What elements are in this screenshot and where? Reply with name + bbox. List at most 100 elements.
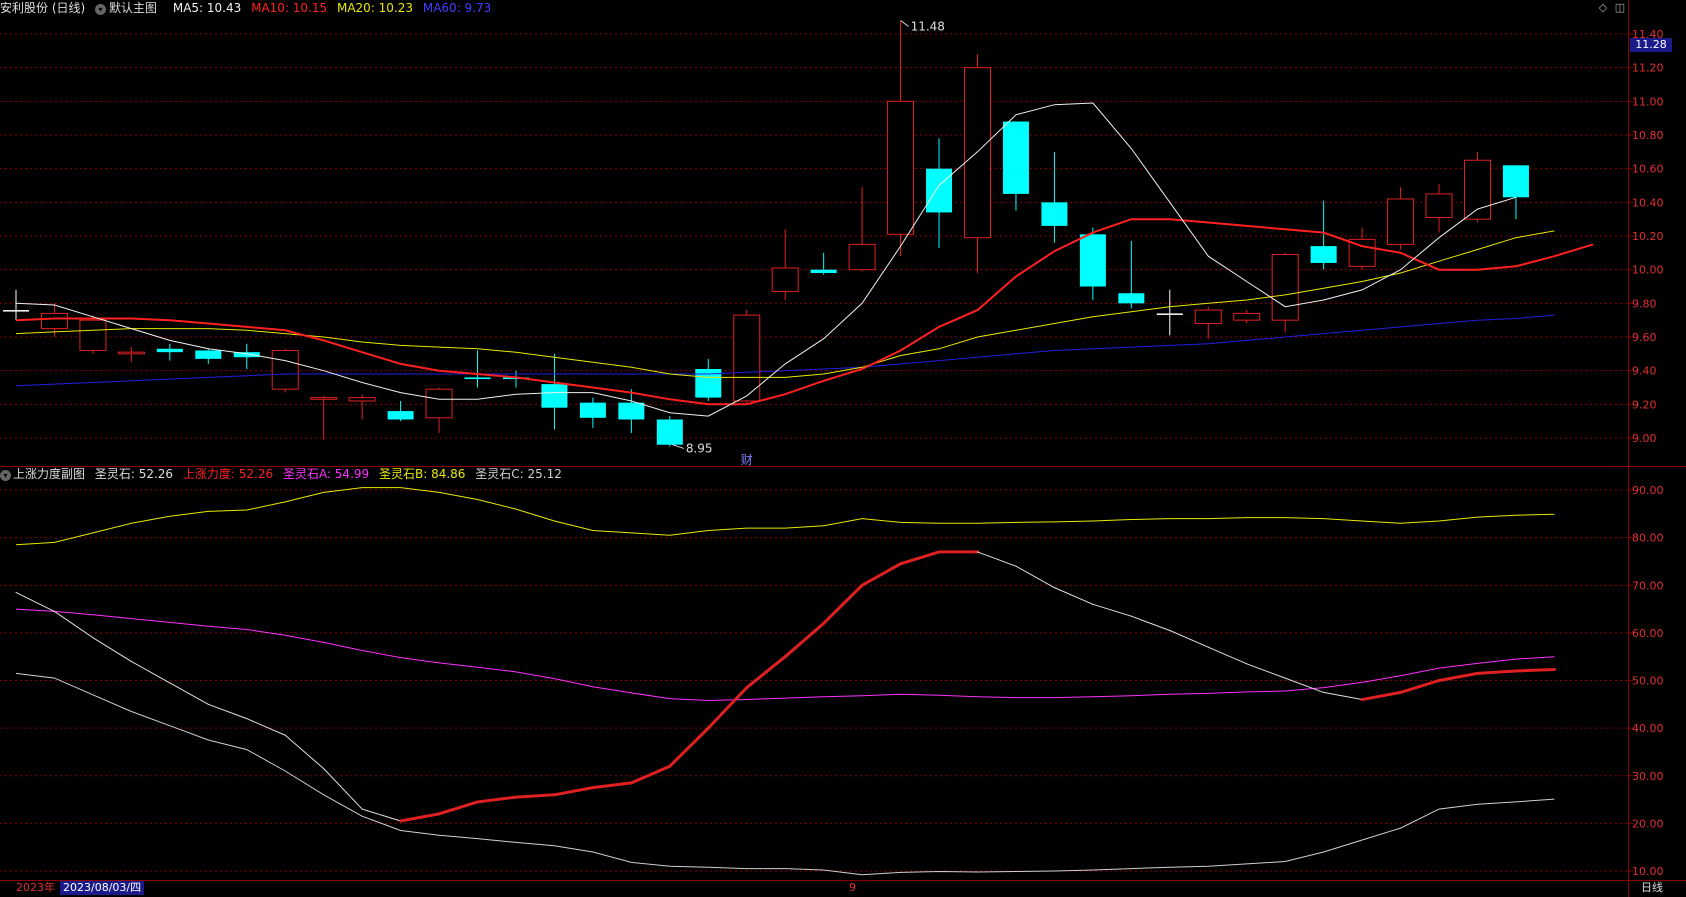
price-panel[interactable]: 11.48 8.95 财 <box>3 20 1594 467</box>
candle-body-up <box>1194 309 1222 325</box>
strength-segment <box>552 786 595 797</box>
strength-segment <box>92 637 132 662</box>
price-tick-label: 9.80 <box>1632 297 1657 310</box>
strength-segment <box>783 621 826 659</box>
finance-marker: 财 <box>741 453 753 467</box>
strength-segment <box>1169 629 1209 648</box>
price-axis: 11.4011.2011.0010.8010.6010.4010.2010.00… <box>1628 28 1664 878</box>
grid-lines <box>0 0 1686 897</box>
candle-body-down <box>1041 202 1068 226</box>
candle-body-down <box>3 310 29 312</box>
indicator-tick-label: 20.00 <box>1632 817 1664 830</box>
candle-body-up <box>79 319 107 351</box>
candle-body-down <box>1502 165 1529 198</box>
strength-segment <box>514 793 556 799</box>
indicator-panel[interactable] <box>15 487 1556 876</box>
price-tick-label: 9.20 <box>1632 398 1657 411</box>
price-panel-header: 安利股份 (日线) ▾ 默认主图 MA5: 10.43 MA10: 10.15 M… <box>0 0 497 16</box>
strength-segment <box>284 734 325 770</box>
strength-segment <box>207 703 248 720</box>
series-c-line <box>15 672 1555 876</box>
candle-body-down <box>1156 313 1183 315</box>
candle-body-down <box>810 269 837 274</box>
indicator-panel-header: ▾ 上涨力度副图 圣灵石: 52.26 上涨力度: 52.26 圣灵石A: 54.… <box>0 466 568 482</box>
candle-body-down <box>579 402 606 418</box>
strength-segment <box>361 808 402 822</box>
c-label: 圣灵石C: 25.12 <box>475 467 562 481</box>
indicator-tick-label: 50.00 <box>1632 675 1664 688</box>
strength-segment <box>899 550 941 566</box>
strength-segment <box>745 655 787 690</box>
strength-segment <box>246 718 286 736</box>
candle-body-up <box>40 312 68 330</box>
candle-body-down <box>926 168 953 213</box>
indicator-tick-label: 40.00 <box>1632 722 1664 735</box>
price-tick-label: 10.20 <box>1632 230 1664 243</box>
indicator-tick-label: 80.00 <box>1632 532 1664 545</box>
main-view-label[interactable]: ▾ 默认主图 <box>95 1 163 15</box>
period-selector[interactable]: 日线 <box>1641 881 1663 895</box>
ma60-label: MA60: 9.73 <box>422 1 492 15</box>
strength-segment <box>668 726 710 768</box>
window-toggle-icon[interactable]: ◫ <box>1614 2 1626 14</box>
candle-body-down <box>656 419 683 445</box>
candle-body-up <box>848 243 876 271</box>
candle-body-down <box>1118 293 1145 304</box>
price-tick-label: 9.40 <box>1632 365 1657 378</box>
strength-segment <box>822 583 864 625</box>
strength-segment <box>1130 615 1171 631</box>
chevron-down-icon[interactable]: ▾ <box>0 470 11 481</box>
stock-title[interactable]: 安利股份 (日线) <box>0 1 85 15</box>
strength-segment <box>169 682 209 705</box>
candle-body-down <box>618 402 645 420</box>
strength-segment <box>1514 668 1556 673</box>
indicator-tick-label: 10.00 <box>1632 865 1664 878</box>
candle-body-down <box>1002 121 1029 194</box>
low-label: 8.95 <box>686 441 713 455</box>
price-tick-label: 10.40 <box>1632 196 1664 209</box>
strength-segment <box>1323 691 1363 701</box>
diamond-icon[interactable]: ◇ <box>1597 2 1609 14</box>
indicator-tick-label: 60.00 <box>1632 627 1664 640</box>
ma20-label: MA20: 10.23 <box>336 1 414 15</box>
candle-body-up <box>271 349 299 390</box>
strength-segment <box>476 795 518 804</box>
a-label: 圣灵石A: 54.99 <box>282 467 370 481</box>
candle-body-down <box>541 384 568 408</box>
strength-segment <box>130 660 171 684</box>
candle-body-down <box>387 411 414 420</box>
series-b-line <box>15 487 1555 546</box>
candle-body-up <box>348 397 376 402</box>
indicator-tick-label: 70.00 <box>1632 579 1664 592</box>
price-tick-label: 10.80 <box>1632 129 1664 142</box>
strength-segment <box>706 686 749 730</box>
candle-body-up <box>887 100 915 235</box>
strength-segment <box>1246 663 1286 679</box>
indicator-tick-label: 90.00 <box>1632 484 1664 497</box>
chart-canvas: 11.488.95财 11.4011.2011.0010.8010.6010.4… <box>0 0 1686 897</box>
candle-body-down <box>156 348 183 353</box>
ma5-label: MA5: 10.43 <box>172 1 242 15</box>
chevron-down-icon: ▾ <box>95 4 107 15</box>
candle-body-up <box>1463 159 1491 220</box>
ma10-label: MA10: 10.15 <box>251 1 328 15</box>
strength-segment <box>323 768 363 810</box>
price-tick-label: 11.00 <box>1632 95 1664 108</box>
candle-body-up <box>425 388 453 419</box>
candle-body-down <box>1310 246 1337 263</box>
candle-body-up <box>117 351 145 355</box>
candle-body-up <box>1387 198 1415 245</box>
sl-label: 圣灵石: 52.26 <box>94 467 174 481</box>
strength-segment <box>399 812 441 823</box>
candle-body-down <box>195 350 222 359</box>
current-price-box: 11.28 <box>1630 38 1672 52</box>
indicator-name[interactable]: 上涨力度副图 <box>13 467 85 481</box>
candle-body-up <box>310 397 338 400</box>
strength-segment <box>1015 565 1055 589</box>
footer-year: 2023年 <box>16 881 55 894</box>
high-label: 11.48 <box>911 20 945 34</box>
candle-body-up <box>1233 312 1261 321</box>
strength-segment <box>1092 603 1132 617</box>
strength-segment <box>15 591 55 612</box>
strength-segment <box>977 551 1017 567</box>
